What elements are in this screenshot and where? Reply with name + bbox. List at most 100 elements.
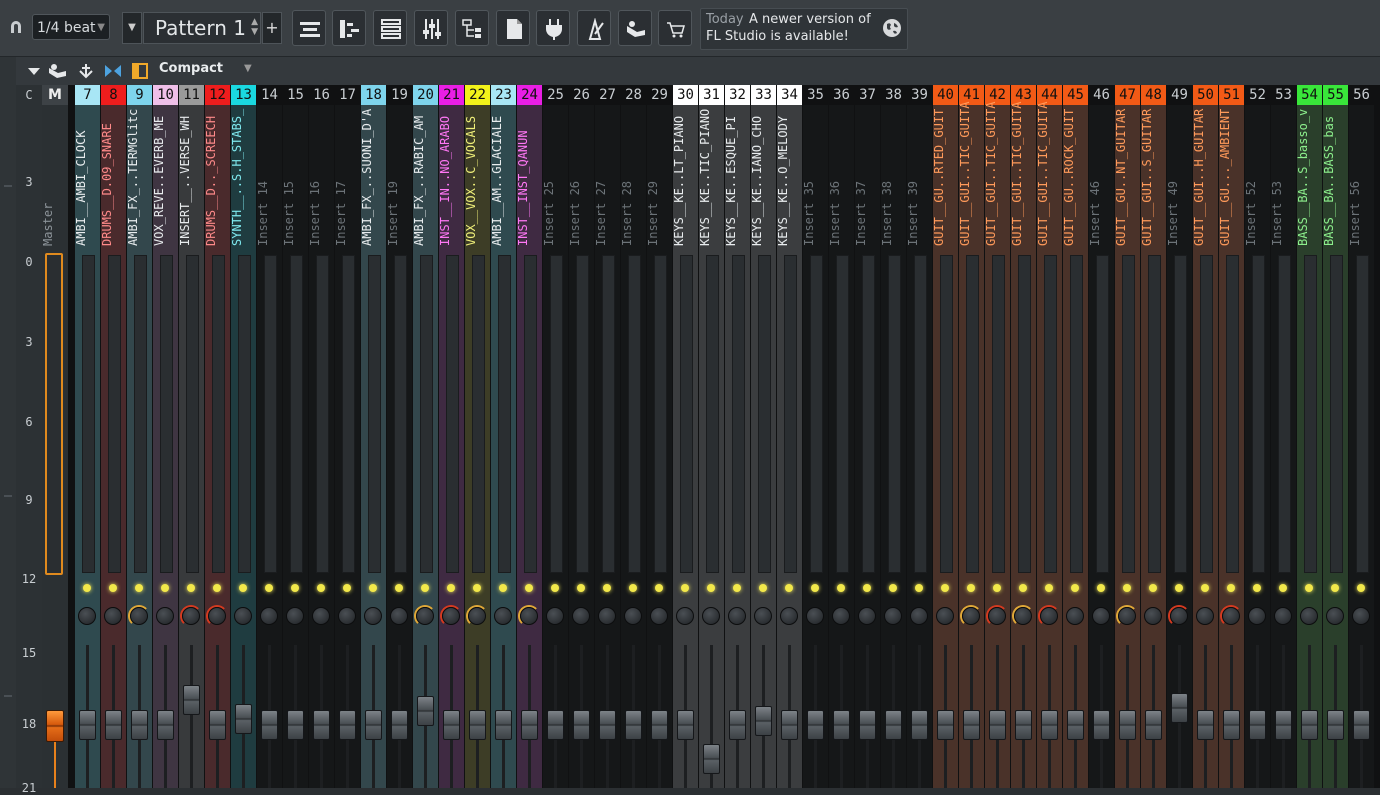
volume-fader[interactable]	[833, 710, 850, 740]
track-name[interactable]: Insert 15	[282, 107, 308, 253]
track-name[interactable]: Insert 46	[1088, 107, 1114, 253]
mute-led[interactable]	[109, 584, 117, 592]
piano-roll-button[interactable]	[332, 10, 366, 46]
volume-fader[interactable]	[209, 710, 226, 740]
track-name[interactable]: AMBI_FX_..SUONI_D'A	[360, 107, 386, 253]
pan-knob[interactable]	[598, 607, 616, 625]
mute-led[interactable]	[733, 584, 741, 592]
track-name[interactable]: GUIT__GUI..TIC_GUITA	[1010, 102, 1036, 253]
pan-knob[interactable]	[416, 607, 434, 625]
insert-track[interactable]: 28 Insert 28	[620, 85, 646, 788]
track-name[interactable]: Insert 53	[1270, 107, 1296, 253]
track-number[interactable]: 50	[1193, 85, 1218, 105]
pan-knob[interactable]	[910, 607, 928, 625]
pan-knob[interactable]	[1326, 607, 1344, 625]
pan-knob[interactable]	[1274, 607, 1292, 625]
mute-led[interactable]	[1201, 584, 1209, 592]
track-name[interactable]: Insert 39	[906, 107, 932, 253]
pan-knob[interactable]	[780, 607, 798, 625]
track-number[interactable]: 29	[647, 85, 672, 105]
add-pattern-button[interactable]: +	[262, 12, 282, 44]
track-number[interactable]: 17	[335, 85, 360, 105]
insert-track[interactable]: 29 Insert 29	[646, 85, 672, 788]
insert-track[interactable]: 25 Insert 25	[542, 85, 568, 788]
volume-fader[interactable]	[1067, 710, 1084, 740]
insert-track[interactable]: 27 Insert 27	[594, 85, 620, 788]
track-name[interactable]: KEYS__KE..LT_PIANO	[672, 107, 698, 253]
mute-led[interactable]	[837, 584, 845, 592]
track-number[interactable]: 45	[1063, 85, 1088, 105]
insert-track[interactable]: 16 Insert 16	[308, 85, 334, 788]
track-name[interactable]: GUIT__GUI..H_GUITAR	[1192, 107, 1218, 253]
volume-fader[interactable]	[417, 696, 434, 726]
magnet-icon[interactable]	[9, 20, 23, 34]
download-button[interactable]	[618, 10, 652, 46]
volume-fader[interactable]	[651, 710, 668, 740]
track-name[interactable]: Insert 14	[256, 107, 282, 253]
mute-led[interactable]	[369, 584, 377, 592]
track-number[interactable]: 14	[257, 85, 282, 105]
volume-fader[interactable]	[859, 710, 876, 740]
track-number[interactable]: 40	[933, 85, 958, 105]
track-name[interactable]: GUIT__GUI..TIC_GUITA	[984, 102, 1010, 253]
mute-led[interactable]	[1357, 584, 1365, 592]
track-name[interactable]: DRUMS__D.09_SNARE	[100, 107, 126, 253]
mute-led[interactable]	[291, 584, 299, 592]
view-mode-label[interactable]: Compact	[159, 61, 223, 76]
track-name[interactable]: AMBI_FX_..RABIC_AM	[412, 107, 438, 253]
pan-knob[interactable]	[130, 607, 148, 625]
insert-track[interactable]: 15 Insert 15	[282, 85, 308, 788]
volume-fader[interactable]	[183, 685, 200, 715]
track-number[interactable]: 23	[491, 85, 516, 105]
track-name[interactable]: KEYS__KE..TIC_PIANO	[698, 107, 724, 253]
mute-led[interactable]	[473, 584, 481, 592]
chevron-down-icon[interactable]: ▼	[244, 63, 252, 74]
track-name[interactable]: KEYS__KE..ESQUE_PI	[724, 107, 750, 253]
track-name[interactable]: Insert 36	[828, 107, 854, 253]
pan-knob[interactable]	[936, 607, 954, 625]
mute-led[interactable]	[941, 584, 949, 592]
track-name[interactable]: BASS__BA..S_basso_v	[1296, 107, 1322, 253]
track-name[interactable]: Insert 56	[1348, 107, 1374, 253]
pan-knob[interactable]	[1248, 607, 1266, 625]
mute-led[interactable]	[811, 584, 819, 592]
track-number[interactable]: 51	[1219, 85, 1244, 105]
mute-led[interactable]	[213, 584, 221, 592]
insert-track[interactable]: 30 KEYS__KE..LT_PIANO	[672, 85, 698, 788]
insert-track[interactable]: 55 BASS__BA..BASS_bas	[1322, 85, 1348, 788]
pan-knob[interactable]	[182, 607, 200, 625]
track-name[interactable]: Insert 49	[1166, 107, 1192, 253]
track-name[interactable]: Insert 27	[594, 107, 620, 253]
mute-led[interactable]	[421, 584, 429, 592]
pan-knob[interactable]	[1300, 607, 1318, 625]
insert-track[interactable]: 12 DRUMS__D.._SCREECH	[204, 85, 230, 788]
insert-track[interactable]: 21 INST__IN..NO_ARABO	[438, 85, 464, 788]
volume-fader[interactable]	[599, 710, 616, 740]
pan-knob[interactable]	[104, 607, 122, 625]
track-number[interactable]: 28	[621, 85, 646, 105]
insert-track[interactable]: 31 KEYS__KE..TIC_PIANO	[698, 85, 724, 788]
volume-fader[interactable]	[131, 710, 148, 740]
insert-track[interactable]: 52 Insert 52	[1244, 85, 1270, 788]
mute-led[interactable]	[343, 584, 351, 592]
pan-knob[interactable]	[1144, 607, 1162, 625]
insert-track[interactable]: 10 VOX_REVE..EVERB_ME	[152, 85, 178, 788]
pan-knob[interactable]	[1118, 607, 1136, 625]
insert-track[interactable]: 39 Insert 39	[906, 85, 932, 788]
pan-knob[interactable]	[1092, 607, 1110, 625]
track-number[interactable]: 31	[699, 85, 724, 105]
volume-fader[interactable]	[339, 710, 356, 740]
volume-fader[interactable]	[235, 704, 252, 734]
volume-fader[interactable]	[1275, 710, 1292, 740]
volume-fader[interactable]	[1353, 710, 1370, 740]
volume-fader[interactable]	[105, 710, 122, 740]
track-number[interactable]: 46	[1089, 85, 1114, 105]
insert-track[interactable]: 54 BASS__BA..S_basso_v	[1296, 85, 1322, 788]
track-number[interactable]: 49	[1167, 85, 1192, 105]
track-name[interactable]: Insert 52	[1244, 107, 1270, 253]
volume-fader[interactable]	[365, 710, 382, 740]
mute-led[interactable]	[603, 584, 611, 592]
mute-led[interactable]	[681, 584, 689, 592]
track-number[interactable]: 27	[595, 85, 620, 105]
track-name[interactable]: VOX__VOX..C_VOCALS	[464, 107, 490, 253]
